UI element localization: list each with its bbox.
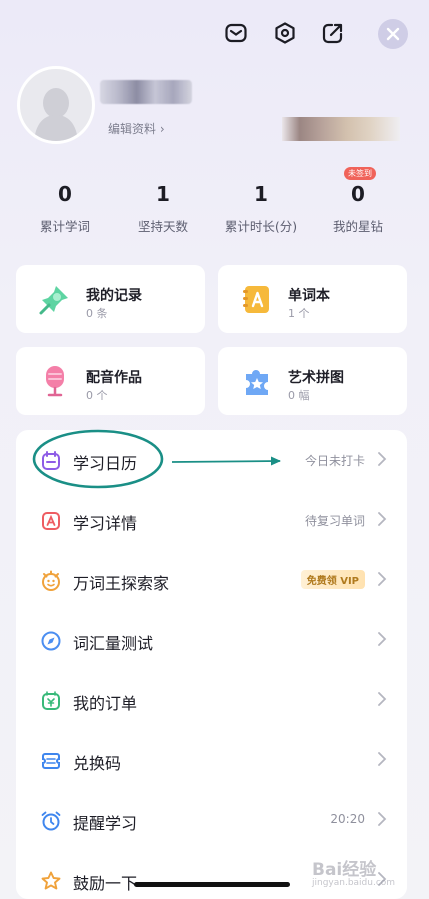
stat-label: 累计学词: [39, 219, 90, 234]
stat-label: 坚持天数: [137, 219, 188, 234]
stat-value: 1: [156, 182, 170, 206]
compass-icon: [41, 631, 61, 651]
chevron-right-icon: [378, 452, 387, 466]
detail-icon: [42, 512, 60, 530]
menu-item-vocab-test[interactable]: 词汇量测试: [16, 610, 407, 670]
username-blurred: [100, 80, 192, 104]
mail-icon[interactable]: [223, 20, 249, 46]
chevron-right-icon: [378, 572, 387, 586]
stat-label: 累计时长(分): [224, 219, 298, 234]
free-vip-tag[interactable]: 免费领 VIP: [300, 570, 365, 589]
menu-item-label: 万词王探索家: [73, 574, 170, 593]
card-title: 配音作品: [86, 370, 142, 386]
order-icon: [42, 691, 60, 710]
menu-item-label: 学习详情: [73, 514, 138, 533]
stat-words-learned[interactable]: 0 累计学词: [15, 182, 115, 235]
menu-item-study-details[interactable]: 学习详情 待复习单词: [16, 490, 407, 550]
card-art-puzzle[interactable]: 艺术拼图 0 幅: [218, 347, 407, 415]
explorer-icon: [42, 570, 60, 591]
stat-value: 0: [351, 182, 365, 206]
card-title: 艺术拼图: [288, 370, 344, 386]
menu-item-redeem-code[interactable]: 兑换码: [16, 730, 407, 790]
menu-item-status: 待复习单词: [304, 514, 365, 528]
close-button[interactable]: [378, 19, 408, 49]
user-id-blurred: [282, 117, 400, 141]
chevron-right-icon: [378, 752, 387, 766]
reminder-time: 20:20: [330, 812, 365, 826]
watermark-sub: jingyan.baidu.com: [312, 878, 396, 888]
stat-total-minutes[interactable]: 1 累计时长(分): [211, 182, 311, 235]
chevron-right-icon: [378, 632, 387, 646]
home-indicator: [134, 882, 290, 887]
card-subtitle: 0 幅: [288, 389, 310, 402]
stat-label: 我的星钻: [332, 219, 383, 234]
chevron-right-icon: [378, 512, 387, 526]
menu-item-label: 词汇量测试: [73, 634, 154, 653]
stat-value: 0: [58, 182, 72, 206]
menu-item-label: 我的订单: [73, 694, 138, 713]
share-icon[interactable]: [320, 20, 346, 46]
puzzle-icon: [246, 370, 268, 395]
star-icon: [41, 871, 61, 890]
watermark: Bai经验 jingyan.baidu.com: [312, 855, 395, 888]
card-subtitle: 0 个: [86, 389, 108, 402]
menu-item-label: 鼓励一下: [73, 874, 138, 893]
watermark-main: Bai经验: [312, 860, 377, 880]
stat-streak-days[interactable]: 1 坚持天数: [113, 182, 213, 235]
card-dubbing-works[interactable]: 配音作品 0 个: [16, 347, 205, 415]
microphone-icon: [46, 366, 64, 397]
alarm-icon: [41, 811, 61, 831]
stat-star-diamonds[interactable]: 0 我的星钻: [308, 182, 408, 235]
chevron-right-icon: [378, 812, 387, 826]
settings-icon[interactable]: [272, 20, 298, 46]
stat-value: 1: [254, 182, 268, 206]
card-subtitle: 0 条: [86, 307, 108, 320]
edit-profile-link[interactable]: 编辑资料 ›: [108, 120, 165, 137]
card-title: 单词本: [288, 288, 330, 304]
settings-menu-list: 学习日历 今日未打卡 学习详情 待复习单词 万词王探索家 免费领 VIP 词汇量…: [16, 430, 407, 899]
wordbook-icon: [243, 286, 269, 313]
unsigned-badge: 未签到: [344, 167, 376, 180]
menu-item-label: 兑换码: [73, 754, 122, 773]
card-subtitle: 1 个: [288, 307, 310, 320]
card-title: 我的记录: [86, 288, 142, 304]
close-icon: [386, 27, 400, 41]
pin-icon: [39, 286, 68, 315]
avatar[interactable]: [17, 66, 95, 144]
calendar-icon: [42, 451, 60, 470]
menu-item-label: 学习日历: [73, 454, 138, 473]
card-my-records[interactable]: 我的记录 0 条: [16, 265, 205, 333]
menu-item-my-orders[interactable]: 我的订单: [16, 670, 407, 730]
chevron-right-icon: [378, 692, 387, 706]
menu-item-status: 今日未打卡: [304, 454, 365, 468]
card-wordbook[interactable]: 单词本 1 个: [218, 265, 407, 333]
menu-item-study-calendar[interactable]: 学习日历 今日未打卡: [16, 430, 407, 490]
ticket-icon: [42, 753, 60, 769]
default-avatar-icon: [34, 88, 78, 141]
menu-item-label: 提醒学习: [73, 814, 138, 833]
menu-item-study-reminder[interactable]: 提醒学习 20:20: [16, 790, 407, 850]
menu-item-explorer[interactable]: 万词王探索家 免费领 VIP: [16, 550, 407, 610]
